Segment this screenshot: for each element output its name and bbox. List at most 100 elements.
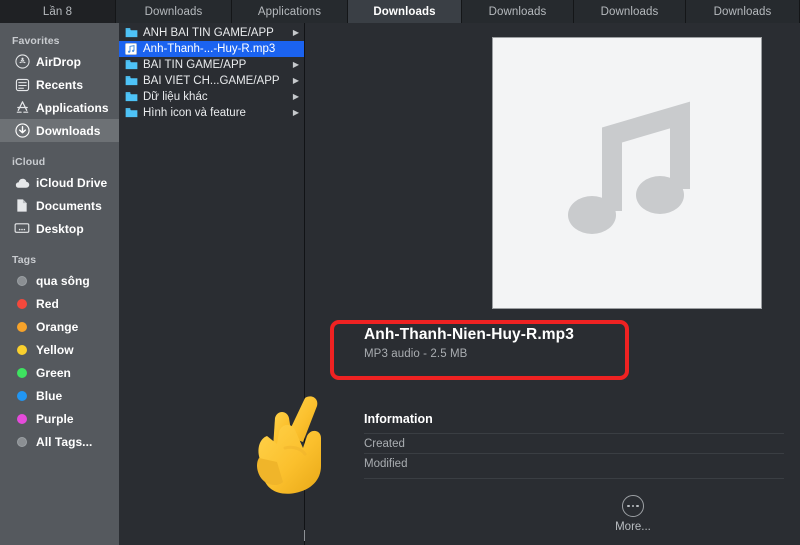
sidebar-item-label: Red — [36, 297, 59, 311]
file-name-block: Anh-Thanh-Nien-Huy-R.mp3 MP3 audio - 2.5… — [364, 326, 784, 360]
file-name: Hình icon và feature — [143, 107, 292, 119]
preview-file-name: Anh-Thanh-Nien-Huy-R.mp3 — [364, 326, 784, 344]
tag-color-swatch — [17, 276, 27, 286]
tag-color-swatch — [17, 391, 27, 401]
sidebar-item-purple[interactable]: Purple — [0, 407, 119, 430]
information-section-divider — [364, 478, 784, 479]
tag-dot-icon — [14, 388, 30, 404]
file-list-row[interactable]: Dữ liệu khác▶ — [119, 89, 304, 105]
sidebar-item-label: Documents — [36, 199, 102, 213]
mp3-file-icon — [125, 43, 138, 55]
tag-color-swatch — [17, 414, 27, 424]
sidebar-heading-icloud: iCloud — [0, 152, 119, 171]
sidebar-item-label: Purple — [36, 412, 74, 426]
documents-icon — [14, 198, 30, 214]
tag-color-swatch — [17, 299, 27, 309]
folder-icon — [125, 91, 138, 103]
downloads-icon — [14, 123, 30, 139]
sidebar-item-label: Blue — [36, 389, 62, 403]
file-list-row[interactable]: Anh-Thanh-...-Huy-R.mp3 — [119, 41, 304, 57]
folder-icon — [125, 27, 138, 39]
sidebar-item-desktop[interactable]: Desktop — [0, 217, 119, 240]
sidebar-section-gap — [0, 142, 119, 152]
sidebar-item-label: AirDrop — [36, 55, 81, 69]
tag-color-swatch — [17, 437, 27, 447]
disclosure-arrow-icon[interactable]: ▶ — [292, 93, 300, 101]
disclosure-arrow-icon[interactable]: ▶ — [292, 109, 300, 117]
file-list-column[interactable]: ẢNH BÀI TIN GAME/APP▶Anh-Thanh-...-Huy-R… — [119, 23, 305, 545]
airdrop-icon — [14, 54, 30, 70]
sidebar-item-yellow[interactable]: Yellow — [0, 338, 119, 361]
disclosure-arrow-icon[interactable]: ▶ — [292, 77, 300, 85]
file-list-row[interactable]: ẢNH BÀI TIN GAME/APP▶ — [119, 25, 304, 41]
ellipsis-circle-icon — [622, 495, 644, 517]
tab-1[interactable]: Lần 8 — [0, 0, 116, 23]
file-list-row[interactable]: BÀI VIẾT CH...GAME/APP▶ — [119, 73, 304, 89]
preview-column: Anh-Thanh-Nien-Huy-R.mp3 MP3 audio - 2.5… — [306, 23, 800, 545]
tag-color-swatch — [17, 322, 27, 332]
tab-7[interactable]: Downloads — [686, 0, 800, 23]
tag-dot-icon — [14, 411, 30, 427]
info-label-modified: Modified — [364, 458, 407, 470]
sidebar-item-icloud-drive[interactable]: iCloud Drive — [0, 171, 119, 194]
tab-4[interactable]: Downloads — [348, 0, 462, 23]
desktop-icon — [14, 221, 30, 237]
sidebar-item-label: Orange — [36, 320, 78, 334]
sidebar-item-blue[interactable]: Blue — [0, 384, 119, 407]
more-button[interactable]: More... — [596, 495, 670, 533]
sidebar-item-applications[interactable]: Applications — [0, 96, 119, 119]
sidebar-section-gap — [0, 240, 119, 250]
folder-icon — [125, 59, 138, 71]
tab-3[interactable]: Applications — [232, 0, 348, 23]
sidebar-heading-favorites: Favorites — [0, 31, 119, 50]
tag-dot-icon — [14, 365, 30, 381]
sidebar-item-downloads[interactable]: Downloads — [0, 119, 119, 142]
info-row-created: Created — [364, 434, 784, 454]
icloud-drive-icon — [14, 175, 30, 191]
info-row-modified: Modified — [364, 454, 784, 474]
information-heading: Information — [364, 412, 784, 434]
tab-5[interactable]: Downloads — [462, 0, 574, 23]
file-name: ẢNH BÀI TIN GAME/APP — [143, 27, 292, 39]
sidebar-item-documents[interactable]: Documents — [0, 194, 119, 217]
sidebar-item-orange[interactable]: Orange — [0, 315, 119, 338]
sidebar-item-airdrop[interactable]: AirDrop — [0, 50, 119, 73]
sidebar-item-recents[interactable]: Recents — [0, 73, 119, 96]
sidebar-item-red[interactable]: Red — [0, 292, 119, 315]
file-list-row[interactable]: Hình icon và feature▶ — [119, 105, 304, 121]
file-name: BÀI TIN GAME/APP — [143, 59, 292, 71]
disclosure-arrow-icon[interactable]: ▶ — [292, 29, 300, 37]
sidebar-item-label: Downloads — [36, 124, 100, 138]
tab-2[interactable]: Downloads — [116, 0, 232, 23]
file-name: BÀI VIẾT CH...GAME/APP — [143, 75, 292, 87]
music-note-icon — [552, 93, 702, 253]
sidebar-item-qua-s-ng[interactable]: qua sông — [0, 269, 119, 292]
file-name: Dữ liệu khác — [143, 91, 292, 103]
sidebar-item-all-tags[interactable]: All Tags... — [0, 430, 119, 453]
file-name: Anh-Thanh-...-Huy-R.mp3 — [143, 43, 292, 55]
recents-icon — [14, 77, 30, 93]
info-label-created: Created — [364, 438, 405, 450]
tag-color-swatch — [17, 345, 27, 355]
more-button-label: More... — [615, 521, 651, 533]
tag-dot-icon — [14, 319, 30, 335]
tab-6[interactable]: Downloads — [574, 0, 686, 23]
tag-color-swatch — [17, 368, 27, 378]
sidebar-item-green[interactable]: Green — [0, 361, 119, 384]
sidebar-item-label: iCloud Drive — [36, 176, 107, 190]
tab-bar: Lần 8DownloadsApplicationsDownloadsDownl… — [0, 0, 800, 23]
all-tags-icon — [14, 434, 30, 450]
sidebar-item-label: Yellow — [36, 343, 74, 357]
finder-window: Lần 8DownloadsApplicationsDownloadsDownl… — [0, 0, 800, 545]
sidebar-item-label: Recents — [36, 78, 83, 92]
disclosure-arrow-icon[interactable]: ▶ — [292, 61, 300, 69]
tag-dot-icon — [14, 296, 30, 312]
sidebar: Favorites AirDrop Recents Applications Downl… — [0, 23, 119, 545]
folder-icon — [125, 107, 138, 119]
file-list-row[interactable]: BÀI TIN GAME/APP▶ — [119, 57, 304, 73]
sidebar-heading-tags: Tags — [0, 250, 119, 269]
tag-dot-icon — [14, 342, 30, 358]
sidebar-item-label: Green — [36, 366, 71, 380]
sidebar-item-label: Applications — [36, 101, 109, 115]
folder-icon — [125, 75, 138, 87]
